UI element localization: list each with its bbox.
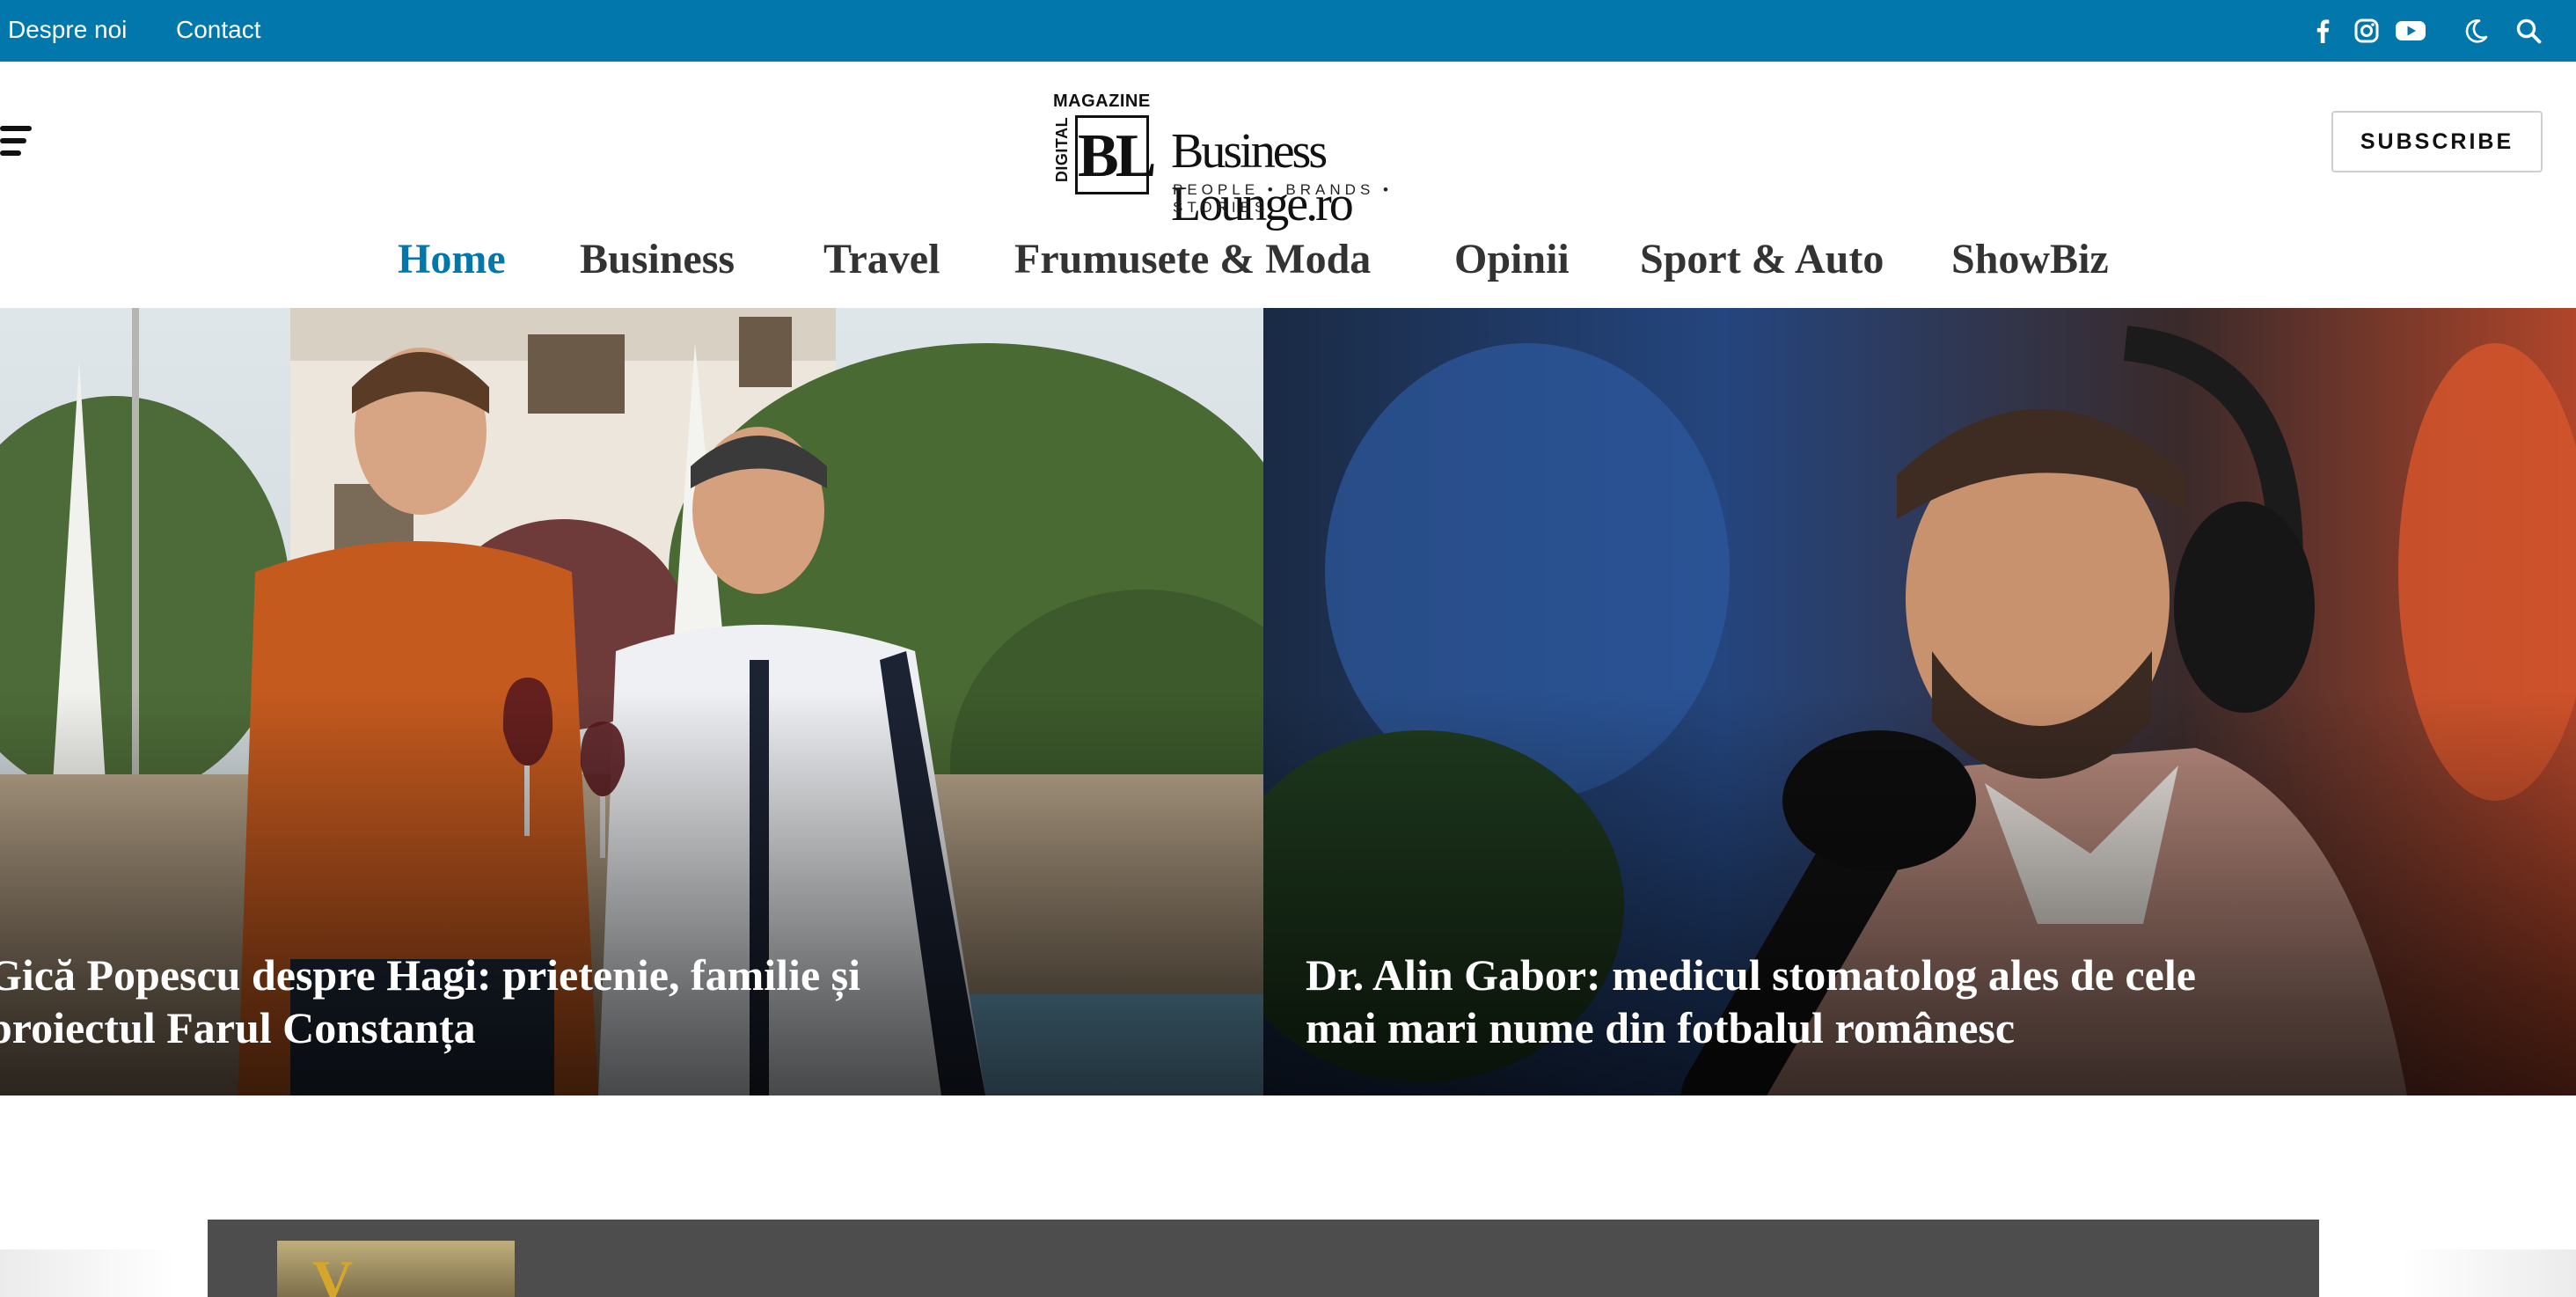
nav-item-opinii[interactable]: Opinii <box>1454 231 1570 289</box>
nav-item-home[interactable]: Home <box>398 231 506 289</box>
main-nav: Home Business Travel Frumusete & Moda Op… <box>0 231 2576 289</box>
instagram-icon[interactable] <box>2353 17 2381 45</box>
youtube-icon[interactable] <box>2395 17 2426 45</box>
nav-item-showbiz[interactable]: ShowBiz <box>1951 231 2109 289</box>
site-logo[interactable]: MAGAZINE DIGITAL BL Business Lounge.ro P… <box>1052 92 1457 231</box>
logo-digital-text: DIGITAL <box>1053 116 1071 183</box>
top-link-despre-noi[interactable]: Despre noi <box>8 0 127 62</box>
nav-item-travel[interactable]: Travel <box>823 231 940 289</box>
logo-tagline: PEOPLE • BRANDS • STORIES <box>1173 181 1393 216</box>
nav-item-sport-auto[interactable]: Sport & Auto <box>1640 231 1884 289</box>
top-link-contact[interactable]: Contact <box>176 0 261 62</box>
subscribe-button[interactable]: SUBSCRIBE <box>2331 111 2543 172</box>
search-icon[interactable] <box>2514 17 2543 45</box>
featured-title-2[interactable]: Dr. Alin Gabor: medicul stomatolog ales … <box>1306 949 2196 1054</box>
moon-icon[interactable] <box>2462 17 2490 45</box>
promo-banner[interactable]: V <box>208 1220 2319 1297</box>
logo-monogram: BL <box>1078 122 1156 190</box>
facebook-icon[interactable] <box>2309 17 2337 45</box>
menu-hamburger-icon[interactable] <box>0 126 32 156</box>
featured-title-1[interactable]: Gică Popescu despre Hagi: prietenie, fam… <box>0 949 860 1054</box>
top-bar: Despre noi Contact <box>0 0 2576 62</box>
featured-article-2[interactable]: Dr. Alin Gabor: medicul stomatolog ales … <box>1263 308 2576 1095</box>
featured-article-1[interactable]: Gică Popescu despre Hagi: prietenie, fam… <box>0 308 1263 1095</box>
nav-item-frumusete-moda[interactable]: Frumusete & Moda <box>1014 231 1371 289</box>
logo-magazine-text: MAGAZINE <box>1053 92 1151 111</box>
promo-thumbnail[interactable]: V <box>277 1241 515 1297</box>
logo-monogram-box: BL <box>1075 115 1156 194</box>
nav-item-business[interactable]: Business <box>580 231 735 289</box>
